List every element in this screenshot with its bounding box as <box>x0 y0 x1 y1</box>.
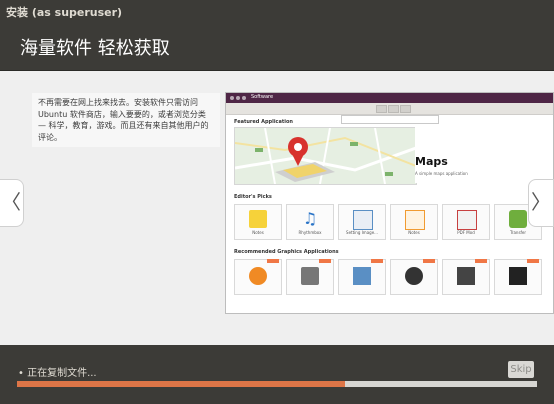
software-center-screenshot: Software Featured Application Maps A sim… <box>225 92 554 314</box>
chevron-left-icon: 〈 <box>1 190 21 214</box>
pick-tile-setting-image: Setting Image... <box>338 204 386 240</box>
price-tag-icon <box>267 259 279 263</box>
previous-slide-button[interactable]: 〈 <box>0 179 24 227</box>
map-illustration-icon <box>235 128 416 184</box>
screenshot-toolbar <box>226 103 553 115</box>
recommended-heading: Recommended Graphics Applications <box>234 249 339 255</box>
maps-banner-caption: Maps A simple maps application <box>415 127 547 183</box>
pick-label: PDF Mod <box>457 230 475 235</box>
pick-tile-notes-2: Notes <box>390 204 438 240</box>
screenshot-window-title: Software <box>251 94 274 100</box>
title-bar: 安装 (as superuser) <box>0 0 554 24</box>
slideshow-area: 不再需要在网上找来找去。安装软件只需访问 Ubuntu 软件商店，输入要要的，或… <box>0 71 554 345</box>
pen-icon <box>301 267 319 285</box>
graduation-cap-icon <box>509 267 527 285</box>
transfer-icon <box>509 210 527 228</box>
slide-header: 海量软件 轻松获取 <box>0 24 554 71</box>
screenshot-titlebar: Software <box>226 93 553 103</box>
recommended-tile-inkscape <box>286 259 334 295</box>
copy-status-text: • 正在复制文件... <box>18 368 97 379</box>
settings-icon <box>353 210 373 230</box>
pick-tile-pdf-mod: PDF Mod <box>442 204 490 240</box>
next-slide-button[interactable]: 〉 <box>528 179 554 227</box>
recommended-tile-draw <box>338 259 386 295</box>
pick-label: Notes <box>252 230 264 235</box>
pick-label: Transfer <box>509 230 527 235</box>
music-icon: ♫ <box>302 209 318 228</box>
chevron-right-icon: 〉 <box>531 190 551 214</box>
featured-heading: Featured Application <box>234 119 293 125</box>
laptop-icon <box>457 267 475 285</box>
pick-label: Notes <box>408 230 420 235</box>
camera-icon <box>405 267 423 285</box>
window-title: 安装 (as superuser) <box>6 6 123 19</box>
screenshot-search-field <box>341 115 439 124</box>
recommended-tile-darktable <box>390 259 438 295</box>
slide-description: 不再需要在网上找来找去。安装软件只需访问 Ubuntu 软件商店，输入要要的，或… <box>32 93 220 147</box>
minimize-dot-icon <box>236 96 240 100</box>
editors-picks-heading: Editor's Picks <box>234 194 272 200</box>
pick-tile-notes: Notes <box>234 204 282 240</box>
skip-button[interactable]: Skip <box>508 361 534 378</box>
maps-banner-image <box>234 127 417 185</box>
pick-label: Setting Image... <box>346 230 378 235</box>
screenshot-tab-all <box>376 105 387 113</box>
install-footer: • 正在复制文件... Skip <box>0 345 554 404</box>
install-progress-fill <box>17 381 345 387</box>
close-dot-icon <box>230 96 234 100</box>
price-tag-icon <box>475 259 487 263</box>
slide-title: 海量软件 轻松获取 <box>20 38 170 59</box>
blender-icon <box>249 267 267 285</box>
pdf-icon <box>457 210 477 230</box>
price-tag-icon <box>371 259 383 263</box>
screenshot-tab-installed <box>388 105 399 113</box>
screenshot-tab-updates <box>400 105 411 113</box>
featured-app-title: Maps <box>415 155 448 168</box>
recommended-tile-photo <box>494 259 542 295</box>
featured-app-subtitle: A simple maps application <box>415 171 468 176</box>
price-tag-icon <box>319 259 331 263</box>
price-tag-icon <box>423 259 435 263</box>
price-tag-icon <box>527 259 539 263</box>
box-icon <box>405 210 425 230</box>
draw-icon <box>353 267 371 285</box>
pick-tile-rhythmbox: ♫ Rhythmbox <box>286 204 334 240</box>
notes-icon <box>249 210 267 228</box>
maximize-dot-icon <box>242 96 246 100</box>
recommended-tile-blender <box>234 259 282 295</box>
recommended-tile-gimp <box>442 259 490 295</box>
install-progress-bar <box>17 381 537 387</box>
pick-label: Rhythmbox <box>298 230 322 235</box>
